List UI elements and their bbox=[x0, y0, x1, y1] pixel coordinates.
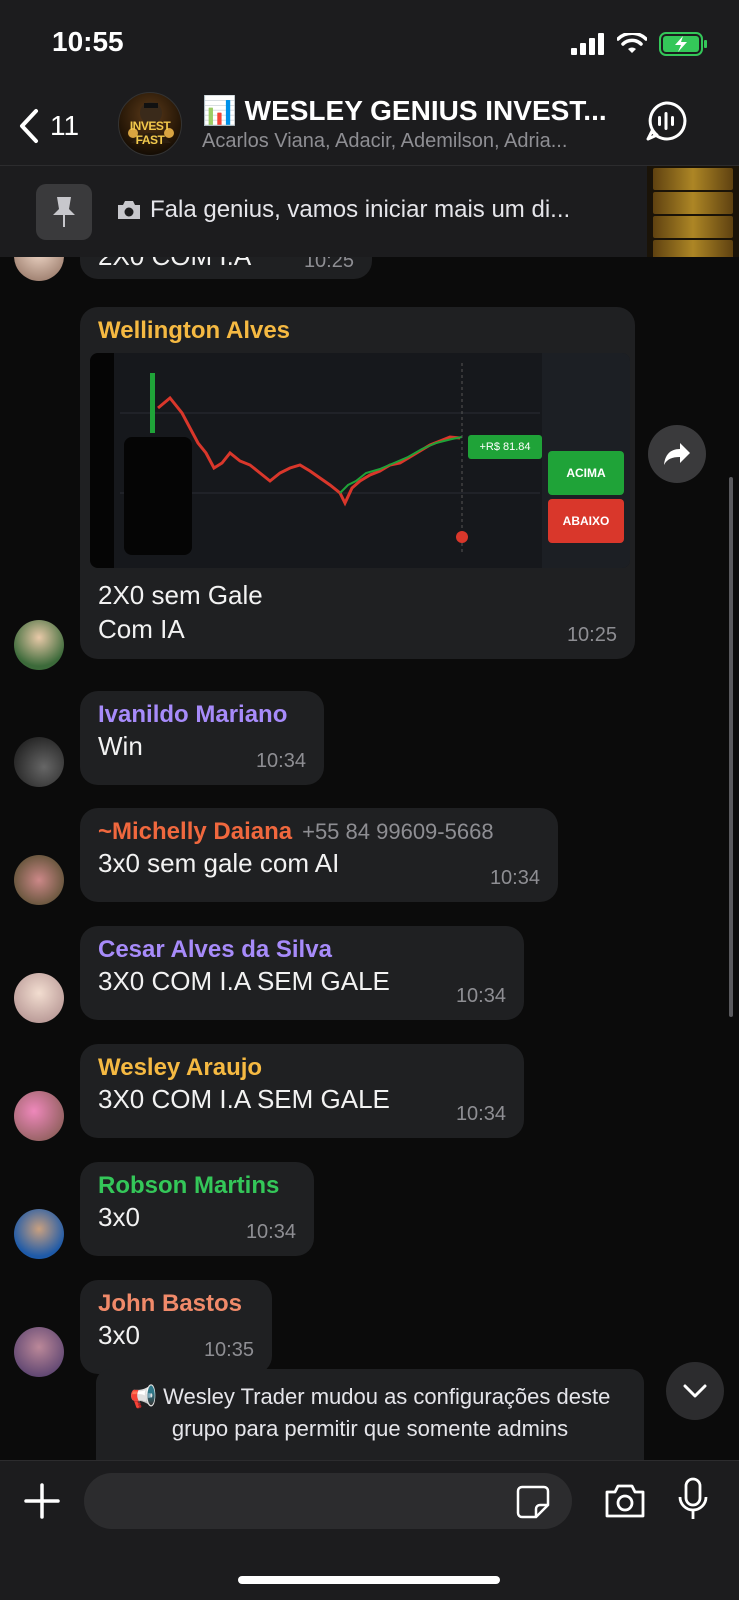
avatar[interactable] bbox=[14, 620, 64, 670]
profit-badge: +R$ 81.84 bbox=[468, 435, 542, 459]
message-text: 3x0 sem gale com AI bbox=[98, 848, 340, 878]
avatar[interactable] bbox=[14, 1209, 64, 1259]
pin-icon bbox=[53, 197, 75, 227]
message-time: 10:25 bbox=[566, 624, 617, 646]
sender-name[interactable]: ~Michelly Daiana +55 84 99609-5668 bbox=[98, 818, 540, 846]
pinned-thumbnail bbox=[647, 166, 739, 258]
message-text: Com IA bbox=[98, 614, 185, 644]
forward-button[interactable] bbox=[648, 425, 706, 483]
message-time: 10:34 bbox=[245, 1221, 296, 1243]
message-bubble[interactable]: Robson Martins 3x0 10:34 bbox=[80, 1162, 314, 1256]
forward-arrow-icon bbox=[664, 443, 690, 465]
status-bar: 10:55 bbox=[0, 0, 739, 90]
sender-name-text: ~Michelly Daiana bbox=[98, 818, 293, 845]
voice-chat-button[interactable] bbox=[645, 100, 687, 142]
status-icons bbox=[571, 32, 709, 56]
avatar[interactable] bbox=[14, 1091, 64, 1141]
avatar[interactable] bbox=[14, 257, 64, 281]
sender-name[interactable]: Ivanildo Mariano bbox=[98, 701, 306, 729]
message-bubble[interactable]: John Bastos 3x0 10:35 bbox=[80, 1280, 272, 1374]
wifi-icon bbox=[617, 33, 647, 53]
sender-name[interactable]: Robson Martins bbox=[98, 1172, 296, 1200]
chevron-down-icon bbox=[683, 1384, 707, 1398]
message-time: 10:34 bbox=[255, 750, 306, 772]
group-title[interactable]: 📊 WESLEY GENIUS INVEST... bbox=[202, 94, 612, 127]
camera-icon bbox=[118, 201, 140, 219]
message-input[interactable] bbox=[84, 1473, 572, 1529]
message-time: 10:34 bbox=[489, 867, 540, 889]
sender-name[interactable]: Cesar Alves da Silva bbox=[98, 936, 506, 964]
scroll-to-bottom-button[interactable] bbox=[666, 1362, 724, 1420]
back-button[interactable]: 11 bbox=[18, 102, 79, 150]
group-members[interactable]: Acarlos Viana, Adacir, Ademilson, Adria.… bbox=[202, 130, 612, 153]
plus-icon bbox=[24, 1483, 60, 1519]
chat-area: 2X0 COM I.A 10:25 Wellington Alves +R$ 8… bbox=[0, 257, 739, 1460]
avatar[interactable] bbox=[14, 737, 64, 787]
pin-box bbox=[36, 184, 92, 240]
message-text: 2X0 sem Gale bbox=[98, 580, 263, 610]
acima-button: ACIMA bbox=[548, 451, 624, 495]
chevron-left-icon bbox=[20, 109, 38, 143]
sender-name[interactable]: Wesley Araujo bbox=[98, 1054, 506, 1082]
message-bubble[interactable]: Ivanildo Mariano Win 10:34 bbox=[80, 691, 324, 785]
system-message: 📢 Wesley Trader mudou as configurações d… bbox=[96, 1369, 644, 1460]
group-avatar[interactable]: INVEST FAST bbox=[118, 92, 182, 156]
sticker-icon bbox=[516, 1485, 550, 1519]
message-time: 10:34 bbox=[455, 985, 506, 1007]
message-text: 3X0 COM I.A SEM GALE bbox=[98, 1084, 390, 1114]
pinned-message-bar[interactable]: Fala genius, vamos iniciar mais um di... bbox=[0, 165, 739, 258]
message-bubble[interactable]: Cesar Alves da Silva 3X0 COM I.A SEM GAL… bbox=[80, 926, 524, 1020]
message-bubble[interactable]: Wellington Alves +R$ 81.84 ACIMA ABAIXO … bbox=[80, 307, 635, 659]
message-input-bar bbox=[0, 1460, 739, 1600]
avatar[interactable] bbox=[14, 855, 64, 905]
unread-count: 11 bbox=[50, 110, 80, 141]
cellular-signal-icon bbox=[571, 33, 604, 55]
pinned-text: Fala genius, vamos iniciar mais um di... bbox=[150, 196, 571, 223]
microphone-button[interactable] bbox=[678, 1477, 708, 1523]
message-time: 10:25 bbox=[303, 257, 354, 272]
pinned-text-row: Fala genius, vamos iniciar mais um di... bbox=[116, 196, 626, 224]
message-time: 10:35 bbox=[203, 1339, 254, 1361]
camera-icon bbox=[605, 1484, 645, 1518]
attach-button[interactable] bbox=[22, 1481, 62, 1521]
avatar[interactable] bbox=[14, 1327, 64, 1377]
battery-charging-icon bbox=[659, 32, 707, 56]
sender-name[interactable]: Wellington Alves bbox=[98, 317, 617, 345]
sticker-button[interactable] bbox=[516, 1485, 550, 1519]
message-bubble[interactable]: ~Michelly Daiana +55 84 99609-5668 3x0 se… bbox=[80, 808, 558, 902]
voice-chat-icon bbox=[646, 101, 687, 141]
avatar[interactable] bbox=[14, 973, 64, 1023]
message-bubble[interactable]: Wesley Araujo 3X0 COM I.A SEM GALE 10:34 bbox=[80, 1044, 524, 1138]
camera-button[interactable] bbox=[604, 1483, 646, 1519]
message-text: 3X0 COM I.A SEM GALE bbox=[98, 966, 390, 996]
sender-phone: +55 84 99609-5668 bbox=[302, 819, 494, 844]
status-time: 10:55 bbox=[52, 26, 124, 57]
microphone-icon bbox=[678, 1477, 708, 1519]
home-indicator[interactable] bbox=[238, 1576, 500, 1584]
chat-header: 11 INVEST FAST 📊 WESLEY GENIUS INVEST...… bbox=[0, 90, 739, 165]
sender-name[interactable]: John Bastos bbox=[98, 1290, 254, 1318]
group-avatar-logo: INVEST FAST bbox=[129, 119, 171, 147]
scrollbar[interactable] bbox=[729, 477, 733, 1017]
abaixo-button: ABAIXO bbox=[548, 499, 624, 543]
message-image[interactable]: +R$ 81.84 ACIMA ABAIXO bbox=[90, 353, 630, 568]
message-time: 10:34 bbox=[455, 1103, 506, 1125]
message-bubble[interactable]: 2X0 COM I.A 10:25 bbox=[80, 257, 372, 279]
phone-overlay bbox=[124, 437, 192, 555]
